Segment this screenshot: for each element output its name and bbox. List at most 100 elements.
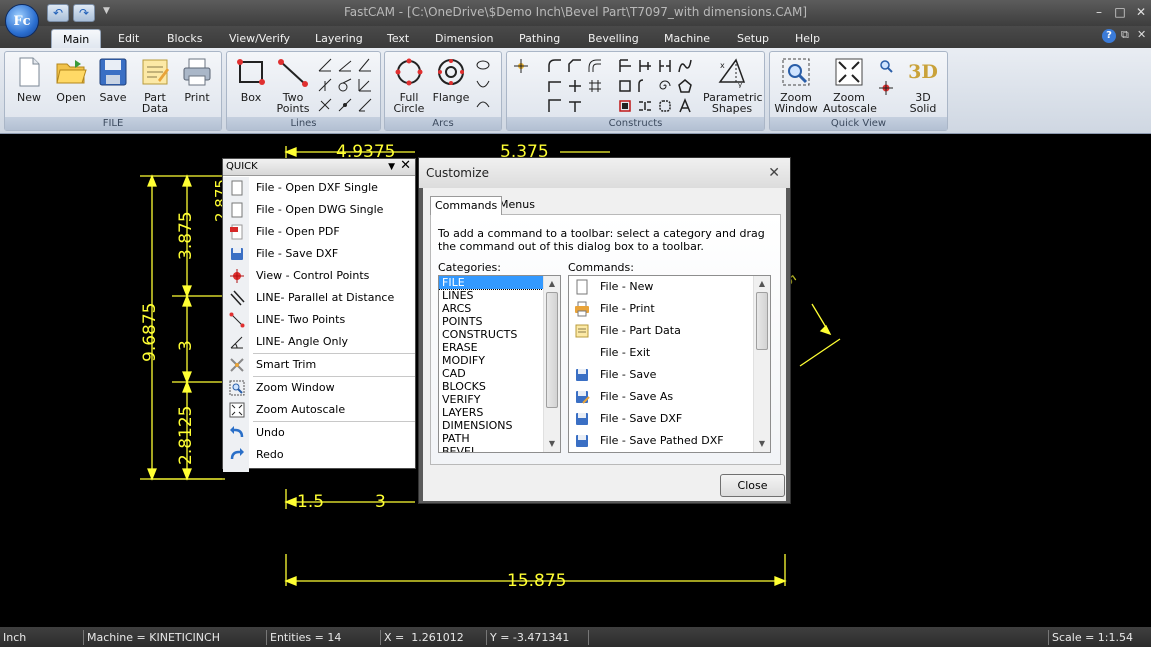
restore-icon[interactable]: ⧉ xyxy=(1121,28,1129,42)
tab-help[interactable]: Help xyxy=(791,29,824,49)
minimize-button[interactable]: – xyxy=(1089,3,1109,21)
app-logo[interactable]: Fc xyxy=(5,4,39,38)
open-button[interactable]: Open xyxy=(51,56,91,103)
square-icon[interactable] xyxy=(617,78,633,94)
commands-scrollbar[interactable]: ▲ ▼ xyxy=(753,276,770,452)
tab-bevelling[interactable]: Bevelling xyxy=(584,29,643,49)
quick-item[interactable]: Undo xyxy=(223,422,415,444)
control-points-icon[interactable] xyxy=(878,80,894,96)
category-item[interactable]: ERASE xyxy=(439,341,560,354)
tab-view-verify[interactable]: View/Verify xyxy=(225,29,294,49)
box-button[interactable]: Box xyxy=(231,56,271,103)
scroll-thumb[interactable] xyxy=(756,292,768,350)
command-item[interactable]: File - Part Data xyxy=(569,320,770,342)
quick-item[interactable]: Zoom Autoscale xyxy=(223,399,415,421)
zoom-plus-icon[interactable] xyxy=(878,58,894,74)
zoom-autoscale-button[interactable]: Zoom Autoscale xyxy=(823,56,877,114)
quick-item[interactable]: File - Open PDF xyxy=(223,221,415,243)
quick-item[interactable]: LINE- Two Points xyxy=(223,309,415,331)
category-item[interactable]: CONSTRUCTS xyxy=(439,328,560,341)
scroll-thumb[interactable] xyxy=(546,292,558,408)
dropdown-arrow-icon[interactable]: ▼ xyxy=(388,159,395,175)
tab-edit[interactable]: Edit xyxy=(114,29,143,49)
command-item[interactable]: File - Exit xyxy=(569,342,770,364)
line-tool-icon[interactable] xyxy=(337,77,353,93)
close-window-button[interactable]: ✕ xyxy=(1131,3,1151,21)
break-icon[interactable] xyxy=(657,58,673,74)
close-doc-icon[interactable]: ✕ xyxy=(1137,28,1146,41)
line-tool-icon[interactable] xyxy=(317,57,333,73)
quick-item[interactable]: LINE- Parallel at Distance xyxy=(223,287,415,309)
part-data-button[interactable]: Part Data xyxy=(135,56,175,114)
two-points-button[interactable]: Two Points xyxy=(273,56,313,114)
quick-item[interactable]: File - Save DXF xyxy=(223,243,415,265)
line-tool-icon[interactable] xyxy=(337,57,353,73)
category-item[interactable]: POINTS xyxy=(439,315,560,328)
command-item[interactable]: File - Save xyxy=(569,364,770,386)
category-item[interactable]: PATH xyxy=(439,432,560,445)
trim-icon[interactable] xyxy=(637,58,653,74)
command-item[interactable]: File - Save Pathed DXF xyxy=(569,430,770,452)
arc-tool-icon[interactable] xyxy=(475,57,491,73)
new-button[interactable]: New xyxy=(9,56,49,103)
command-item[interactable]: File - Save DXF xyxy=(569,408,770,430)
tab-blocks[interactable]: Blocks xyxy=(163,29,206,49)
tab-main[interactable]: Main xyxy=(51,29,102,49)
parametric-shapes-button[interactable]: xy Parametric Shapes xyxy=(703,56,763,114)
spline-icon[interactable] xyxy=(677,58,693,74)
tab-pathing[interactable]: Pathing xyxy=(515,29,564,49)
tab-setup[interactable]: Setup xyxy=(733,29,773,49)
line-tool-icon[interactable] xyxy=(357,77,373,93)
categories-list[interactable]: FILE LINES ARCS POINTS CONSTRUCTS ERASE MODIFY… xyxy=(438,275,561,453)
text-a-icon[interactable] xyxy=(677,98,693,114)
command-item[interactable]: File - Print xyxy=(569,298,770,320)
cross-icon[interactable] xyxy=(567,78,583,94)
chamfer-box-icon[interactable] xyxy=(617,98,633,114)
close-icon[interactable]: ✕ xyxy=(768,158,780,188)
print-button[interactable]: Print xyxy=(177,56,217,103)
category-item[interactable]: VERIFY xyxy=(439,393,560,406)
corner-icon[interactable] xyxy=(547,78,563,94)
arc-tool-icon[interactable] xyxy=(475,77,491,93)
tab-dimension[interactable]: Dimension xyxy=(431,29,497,49)
fillet-icon[interactable] xyxy=(587,58,603,74)
quick-item[interactable]: View - Control Points xyxy=(223,265,415,287)
zoom-window-button[interactable]: Zoom Window xyxy=(773,56,819,114)
categories-scrollbar[interactable]: ▲ ▼ xyxy=(543,276,560,452)
category-item[interactable]: MODIFY xyxy=(439,354,560,367)
quick-item[interactable]: File - Open DWG Single xyxy=(223,199,415,221)
line-tool-icon[interactable] xyxy=(357,57,373,73)
commands-list[interactable]: File - New File - Print File - Part Data… xyxy=(568,275,771,453)
command-item[interactable]: File - Save As xyxy=(569,386,770,408)
grid-icon[interactable] xyxy=(587,78,603,94)
command-item[interactable]: File - New xyxy=(569,276,770,298)
quick-panel-header[interactable]: QUICK ▼ ✕ xyxy=(223,158,415,176)
pentagon-icon[interactable] xyxy=(677,78,693,94)
point-star-icon[interactable] xyxy=(513,58,529,74)
category-item[interactable]: ARCS xyxy=(439,302,560,315)
quick-item[interactable]: Zoom Window xyxy=(223,377,415,399)
close-icon[interactable]: ✕ xyxy=(400,158,411,174)
line-tool-icon[interactable] xyxy=(317,77,333,93)
customize-title-bar[interactable]: Customize ✕ xyxy=(419,158,790,188)
scroll-up-arrow[interactable]: ▲ xyxy=(544,276,560,292)
tab-text[interactable]: Text xyxy=(383,29,413,49)
arc-corner-icon[interactable] xyxy=(637,78,653,94)
category-item[interactable]: BEVEL xyxy=(439,445,560,452)
quick-item[interactable]: Redo xyxy=(223,444,415,466)
category-item[interactable]: FILE xyxy=(439,276,544,290)
fillet-icon[interactable] xyxy=(547,58,563,74)
extend-icon[interactable] xyxy=(617,58,633,74)
category-item[interactable]: CAD xyxy=(439,367,560,380)
slot-icon[interactable] xyxy=(637,98,653,114)
category-item[interactable]: DIMENSIONS xyxy=(439,419,560,432)
line-tool-icon[interactable] xyxy=(357,97,373,113)
category-item[interactable]: LINES xyxy=(439,289,560,302)
solid-3d-button[interactable]: 3D 3D Solid xyxy=(903,56,943,114)
full-circle-button[interactable]: Full Circle xyxy=(389,56,429,114)
category-item[interactable]: BLOCKS xyxy=(439,380,560,393)
scroll-down-arrow[interactable]: ▼ xyxy=(754,436,770,452)
flange-button[interactable]: Flange xyxy=(431,56,471,103)
fillet-icon[interactable] xyxy=(567,58,583,74)
tab-layering[interactable]: Layering xyxy=(311,29,367,49)
